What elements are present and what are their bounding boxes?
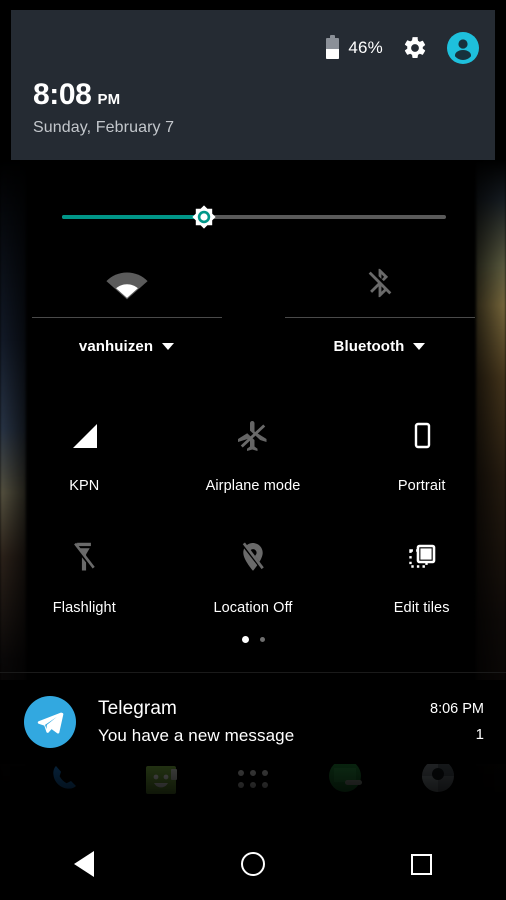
- airplane-slash-icon: [240, 424, 266, 448]
- page-indicator: [0, 636, 506, 643]
- wifi-tile[interactable]: vanhuizen: [0, 252, 253, 372]
- chevron-down-icon[interactable]: [413, 343, 426, 350]
- location-off-icon-wrap: [236, 536, 270, 580]
- battery-level-fill: [326, 48, 340, 59]
- notification-telegram[interactable]: Telegram You have a new message 8:06 PM …: [0, 680, 506, 764]
- tile-label: Location Off: [213, 600, 293, 616]
- page-dot-active[interactable]: [241, 636, 249, 643]
- settings-button[interactable]: [401, 34, 429, 62]
- location-off-icon: [241, 542, 265, 571]
- home-dock: [0, 758, 506, 818]
- bluetooth-tile[interactable]: Bluetooth: [253, 252, 506, 372]
- chevron-down-icon[interactable]: [162, 343, 175, 350]
- notification-body: Telegram You have a new message: [98, 698, 420, 746]
- messages-icon: [145, 766, 177, 794]
- tile-row: KPN Airplane mode Portrait: [0, 400, 506, 522]
- edit-tiles-icon-wrap: [405, 536, 439, 580]
- notification-meta: 8:06 PM 1: [420, 701, 484, 743]
- paper-plane-icon: [37, 712, 64, 734]
- clock-ampm: PM: [97, 91, 121, 108]
- notification-time: 8:06 PM: [430, 701, 484, 717]
- bluetooth-icon-wrap: [363, 252, 397, 314]
- telegram-icon: [24, 696, 76, 748]
- battery-icon: [326, 34, 340, 59]
- home-circle-icon: [240, 852, 265, 876]
- bluetooth-divider: [284, 317, 475, 318]
- flashlight-off-icon-wrap: [67, 536, 101, 580]
- quick-settings-tiles: KPN Airplane mode Portrait Flashlight Lo…: [0, 400, 506, 644]
- bluetooth-label-row[interactable]: Bluetooth: [334, 338, 426, 355]
- navigation-bar: [0, 828, 506, 900]
- bluetooth-off-icon: [368, 268, 391, 298]
- tile-location[interactable]: Location Off: [169, 522, 338, 644]
- wifi-label-row[interactable]: vanhuizen: [78, 338, 175, 355]
- wifi-icon-wrap: [104, 252, 150, 314]
- status-row: 46%: [326, 32, 479, 64]
- notification-count: 1: [475, 726, 484, 743]
- tile-label: Portrait: [397, 478, 446, 494]
- quick-settings-header: 46% 8:08 PM Sunday, February 7: [11, 10, 495, 160]
- tile-flashlight[interactable]: Flashlight: [0, 522, 169, 644]
- bluetooth-label: Bluetooth: [333, 338, 405, 355]
- brightness-sun-icon: [192, 205, 216, 229]
- brightness-thumb[interactable]: [185, 198, 223, 236]
- tile-airplane-mode[interactable]: Airplane mode: [169, 400, 338, 522]
- gear-icon: [404, 37, 426, 58]
- airplane-off-icon-wrap: [235, 414, 271, 458]
- edit-tiles-icon: [408, 544, 435, 568]
- user-avatar-button[interactable]: [447, 32, 479, 64]
- tile-label: KPN: [69, 478, 100, 494]
- signal-bars-icon: [73, 424, 98, 448]
- wifi-label: vanhuizen: [78, 338, 154, 355]
- tile-row: Flashlight Location Off Edit tiles: [0, 522, 506, 644]
- battery-percent-label: 46%: [348, 38, 383, 57]
- clock-line: 8:08 PM: [33, 80, 174, 110]
- brightness-slider[interactable]: [0, 196, 506, 240]
- tile-cellular[interactable]: KPN: [0, 400, 169, 522]
- recents-square-icon: [411, 853, 433, 875]
- page-dot[interactable]: [259, 637, 265, 642]
- notification-text: You have a new message: [98, 726, 295, 745]
- clock-time: 8:08: [33, 78, 92, 111]
- tile-edit[interactable]: Edit tiles: [337, 522, 506, 644]
- portrait-phone-icon-wrap: [405, 414, 439, 458]
- tile-label: Flashlight: [52, 600, 116, 616]
- battery-status: 46%: [326, 34, 383, 59]
- quick-settings-screen: 46% 8:08 PM Sunday, February 7 vanhuizen…: [0, 0, 506, 900]
- tile-rotation[interactable]: Portrait: [337, 400, 506, 522]
- connectivity-row: vanhuizen Bluetooth: [0, 252, 506, 372]
- back-triangle-icon: [74, 851, 95, 877]
- nav-back-button[interactable]: [52, 838, 116, 890]
- signal-bars-icon-wrap: [67, 414, 101, 458]
- notification-divider: [0, 672, 506, 673]
- notification-title: Telegram: [98, 698, 177, 719]
- wifi-divider: [31, 317, 222, 318]
- tile-label: Airplane mode: [205, 478, 301, 494]
- app-drawer-icon: [237, 770, 268, 788]
- clock-block[interactable]: 8:08 PM Sunday, February 7: [33, 80, 174, 137]
- flashlight-off-icon: [73, 542, 96, 571]
- clock-date: Sunday, February 7: [33, 119, 175, 136]
- nav-recents-button[interactable]: [390, 838, 454, 890]
- brightness-fill: [62, 215, 205, 219]
- wifi-icon: [105, 272, 148, 300]
- user-avatar-icon: [447, 32, 479, 64]
- tile-label: Edit tiles: [393, 600, 450, 616]
- nav-home-button[interactable]: [221, 838, 285, 890]
- portrait-phone-icon: [414, 422, 430, 449]
